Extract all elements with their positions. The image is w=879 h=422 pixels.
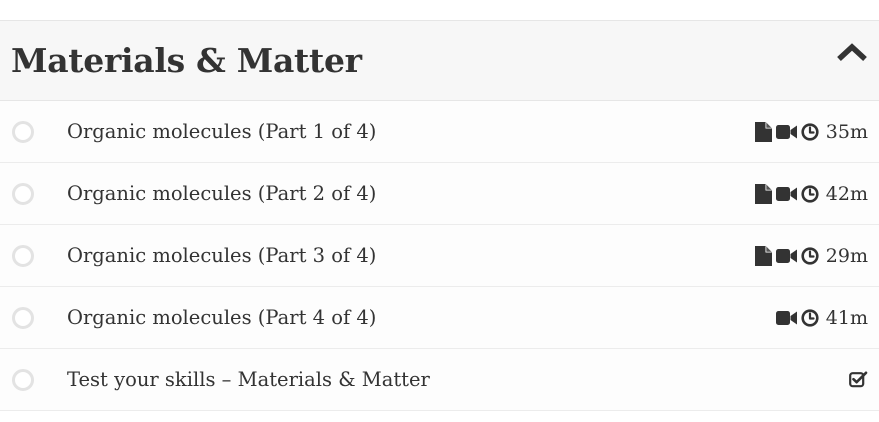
lesson-title[interactable]: Organic molecules (Part 4 of 4): [67, 306, 376, 329]
lesson-row[interactable]: Organic molecules (Part 1 of 4) 35m: [0, 101, 879, 163]
lesson-duration: 29m: [825, 244, 868, 267]
section-header[interactable]: Materials & Matter: [0, 20, 879, 101]
lesson-meta: 35m: [754, 120, 868, 143]
lesson-row[interactable]: Organic molecules (Part 4 of 4) 41m: [0, 287, 879, 349]
course-section: Materials & Matter Organic molecules (Pa…: [0, 20, 879, 411]
video-icon: [775, 310, 797, 326]
section-title: Materials & Matter: [11, 41, 362, 80]
lesson-row[interactable]: Organic molecules (Part 2 of 4) 42m: [0, 163, 879, 225]
video-icon: [775, 186, 797, 202]
lesson-meta: 41m: [775, 306, 868, 329]
completion-status-icon[interactable]: [12, 182, 34, 205]
completion-status-icon[interactable]: [12, 244, 34, 267]
checkbox-icon: [849, 371, 868, 388]
lesson-duration: 35m: [825, 120, 868, 143]
clock-icon: [801, 184, 819, 203]
lesson-row[interactable]: Organic molecules (Part 3 of 4) 29m: [0, 225, 879, 287]
lesson-title[interactable]: Test your skills – Materials & Matter: [67, 368, 430, 391]
lesson-meta: [849, 371, 868, 388]
clock-icon: [801, 308, 819, 327]
document-icon: [754, 183, 772, 204]
document-icon: [754, 245, 772, 266]
lesson-meta: 29m: [754, 244, 868, 267]
lesson-row[interactable]: Test your skills – Materials & Matter: [0, 349, 879, 411]
completion-status-icon[interactable]: [12, 306, 34, 329]
lesson-title[interactable]: Organic molecules (Part 1 of 4): [67, 120, 376, 143]
lesson-list: Organic molecules (Part 1 of 4) 35m Organi…: [0, 101, 879, 411]
video-icon: [775, 248, 797, 264]
clock-icon: [801, 122, 819, 141]
document-icon: [754, 121, 772, 142]
lesson-meta: 42m: [754, 182, 868, 205]
clock-icon: [801, 246, 819, 265]
completion-status-icon[interactable]: [12, 368, 34, 391]
completion-status-icon[interactable]: [12, 120, 34, 143]
lesson-duration: 41m: [825, 306, 868, 329]
video-icon: [775, 124, 797, 140]
lesson-title[interactable]: Organic molecules (Part 3 of 4): [67, 244, 376, 267]
lesson-duration: 42m: [825, 182, 868, 205]
chevron-up-icon[interactable]: [835, 39, 869, 65]
lesson-title[interactable]: Organic molecules (Part 2 of 4): [67, 182, 376, 205]
